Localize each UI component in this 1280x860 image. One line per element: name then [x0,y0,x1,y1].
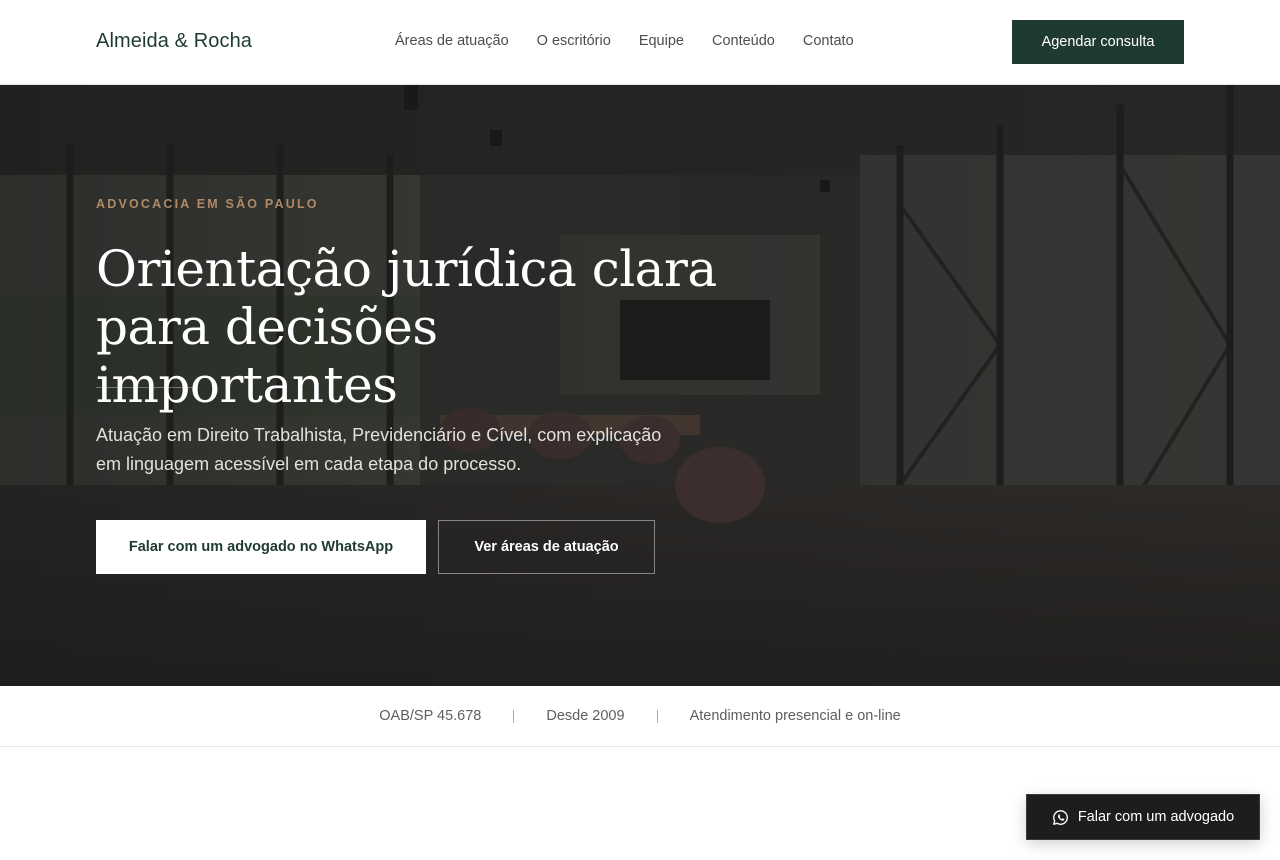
hero-title-line-2: para decisões importantes [96,298,438,414]
hero-title: Orientação jurídica clara para decisões … [96,240,736,414]
whatsapp-icon [1052,809,1068,825]
nav-link-conteudo[interactable]: Conteúdo [712,33,775,49]
hero-eyebrow: ADVOCACIA EM SÃO PAULO [96,197,319,211]
nav-link-escritorio[interactable]: O escritório [537,33,611,49]
practice-areas-button[interactable]: Ver áreas de atuação [438,520,655,574]
floating-button-label: Falar com um advogado [1077,809,1235,825]
main-nav: Áreas de atuação O escritório Equipe Con… [395,33,854,49]
hero-subtitle: Atuação em Direito Trabalhista, Previden… [96,425,662,474]
hero-divider [96,387,192,388]
whatsapp-lawyer-button[interactable]: Falar com um advogado no WhatsApp [96,520,426,574]
oab-registration: OAB/SP 45.678 [379,708,482,724]
hero-title-line-1: Orientação jurídica clara [96,240,717,298]
brand-logo[interactable]: Almeida & Rocha [96,30,252,53]
credentials-bar: OAB/SP 45.678 Desde 2009 Atendimento pre… [0,686,1280,747]
founded-year: Desde 2009 [546,708,625,724]
nav-link-equipe[interactable]: Equipe [639,33,684,49]
nav-link-areas[interactable]: Áreas de atuação [395,33,509,49]
site-header: Almeida & Rocha Áreas de atuação O escri… [0,0,1280,85]
schedule-consultation-button[interactable]: Agendar consulta [1012,20,1184,64]
floating-whatsapp-button[interactable]: Falar com um advogado [1026,794,1260,840]
nav-link-contato[interactable]: Contato [803,33,854,49]
service-mode: Atendimento presencial e on-line [689,708,901,724]
hero-section: ADVOCACIA EM SÃO PAULO Orientação jurídi… [0,85,1280,686]
